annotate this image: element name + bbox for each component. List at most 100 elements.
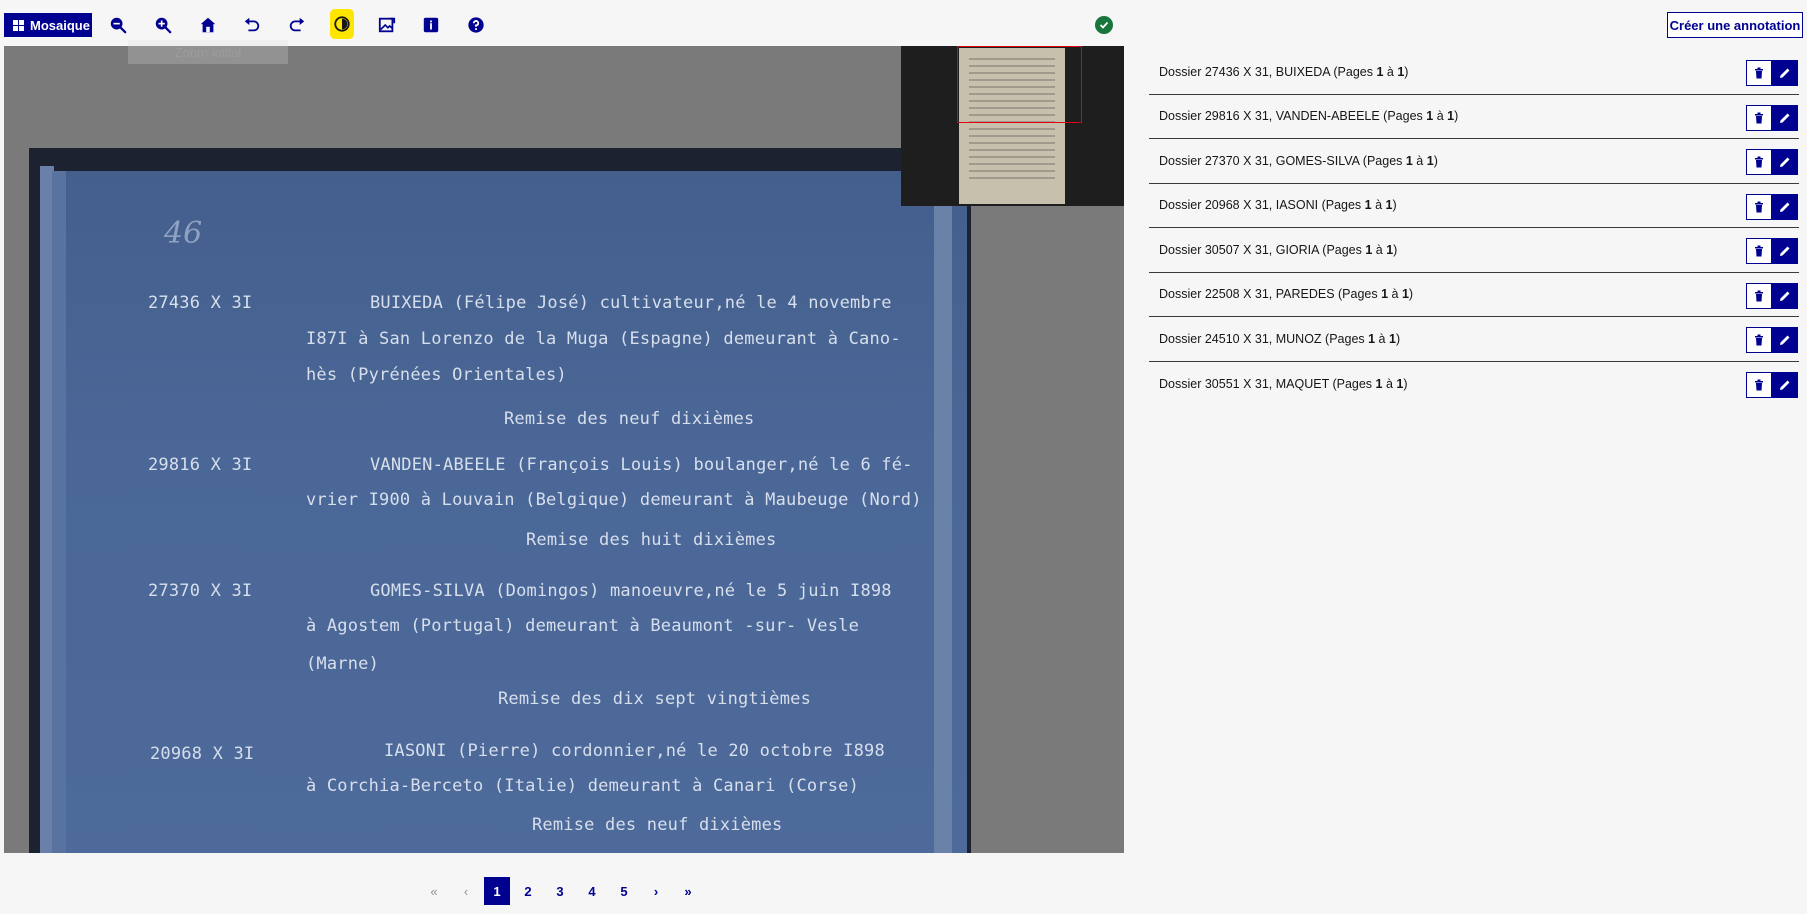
edit-button[interactable]: [1772, 193, 1798, 220]
trash-icon: [1755, 334, 1763, 346]
check-icon: [1095, 16, 1113, 34]
edit-button[interactable]: [1772, 238, 1798, 264]
doc-line: Remise des neuf dixièmes: [504, 409, 755, 429]
delete-button[interactable]: [1746, 104, 1772, 131]
grid-icon: [13, 19, 24, 31]
annotation-item[interactable]: Dossier 22508 X 31, PAREDES (Pages 1 à 1…: [1149, 273, 1799, 317]
mosaic-button-label: Mosaique: [30, 17, 90, 33]
delete-button[interactable]: [1746, 193, 1772, 220]
doc-line: vrier I900 à Louvain (Belgique) demeuran…: [306, 490, 922, 510]
delete-button[interactable]: [1746, 238, 1772, 264]
annotation-item[interactable]: Dossier 30507 X 31, GIORIA (Pages 1 à 1): [1149, 228, 1799, 273]
navigator-minimap[interactable]: [901, 46, 1124, 206]
page-button[interactable]: 4: [578, 877, 606, 905]
edit-button[interactable]: [1772, 60, 1798, 86]
zoom-out-icon: [110, 17, 127, 34]
help-icon: [468, 17, 484, 33]
edit-button[interactable]: [1772, 149, 1798, 175]
contrast-icon: [334, 16, 350, 32]
image-edit-icon: [378, 17, 396, 33]
tooltip: Zoom initial: [128, 40, 288, 64]
annotation-title: Dossier 30551 X 31, MAQUET (Pages 1 à 1): [1159, 376, 1408, 391]
doc-line: 20968 X 3I: [150, 744, 255, 764]
doc-line: 27370 X 3I: [148, 581, 253, 601]
image-edit-button[interactable]: [374, 12, 400, 38]
pencil-icon: [1780, 113, 1790, 123]
doc-line: 29816 X 3I: [148, 455, 253, 475]
annotation-item[interactable]: Dossier 27436 X 31, BUIXEDA (Pages 1 à 1…: [1149, 50, 1799, 95]
doc-line: à Agostem (Portugal) demeurant à Beaumon…: [306, 616, 860, 636]
pencil-icon: [1780, 335, 1790, 345]
first-page-button[interactable]: «: [420, 877, 448, 905]
page-button[interactable]: 1: [484, 877, 510, 905]
minimap-viewport-frame[interactable]: [957, 46, 1082, 123]
doc-line: Remise des neuf dixièmes: [532, 815, 783, 835]
zoom-in-button[interactable]: [150, 12, 176, 38]
pagination: « ‹ 1 2 3 4 5 › »: [420, 877, 702, 905]
home-button[interactable]: [195, 12, 221, 38]
document-viewer[interactable]: 46 27436 X 3I BUIXEDA (Félipe José) cult…: [4, 46, 1124, 853]
annotation-item[interactable]: Dossier 24510 X 31, MUNOZ (Pages 1 à 1): [1149, 317, 1799, 362]
doc-line: I87I à San Lorenzo de la Muga (Espagne) …: [306, 329, 901, 349]
annotation-title: Dossier 22508 X 31, PAREDES (Pages 1 à 1…: [1159, 287, 1414, 302]
annotation-item[interactable]: Dossier 30551 X 31, MAQUET (Pages 1 à 1): [1149, 362, 1799, 407]
delete-button[interactable]: [1746, 371, 1772, 398]
pencil-icon: [1780, 246, 1790, 256]
doc-line: 27436 X 3I: [148, 293, 253, 313]
trash-icon: [1755, 379, 1763, 390]
delete-button[interactable]: [1746, 282, 1772, 309]
page-button[interactable]: 3: [546, 877, 574, 905]
annotation-title: Dossier 27436 X 31, BUIXEDA (Pages 1 à 1…: [1159, 64, 1409, 79]
rotate-right-icon: [289, 17, 305, 32]
rotate-left-icon: [244, 17, 260, 32]
zoom-out-button[interactable]: [105, 12, 131, 38]
previous-page-button[interactable]: ‹: [452, 877, 480, 905]
trash-icon: [1755, 112, 1763, 123]
annotation-title: Dossier 30507 X 31, GIORIA (Pages 1 à 1): [1159, 242, 1398, 257]
doc-line: Remise des dix sept vingtièmes: [498, 689, 812, 709]
annotation-item[interactable]: Dossier 27370 X 31, GOMES-SILVA (Pages 1…: [1149, 139, 1799, 184]
home-icon: [200, 17, 216, 33]
next-page-button[interactable]: ›: [642, 877, 670, 905]
annotation-title: Dossier 29816 X 31, VANDEN-ABEELE (Pages…: [1159, 109, 1459, 124]
trash-icon: [1755, 201, 1763, 212]
rotate-right-button[interactable]: [284, 12, 310, 38]
info-button[interactable]: [418, 12, 444, 38]
doc-line: IASONI (Pierre) cordonnier,né le 20 octo…: [384, 741, 885, 761]
rotate-left-button[interactable]: [239, 12, 265, 38]
pencil-icon: [1780, 380, 1790, 390]
mosaic-button[interactable]: Mosaique: [4, 13, 92, 37]
last-page-button[interactable]: »: [674, 877, 702, 905]
create-annotation-button[interactable]: Créer une annotation: [1667, 12, 1803, 38]
delete-button[interactable]: [1746, 327, 1772, 353]
pencil-icon: [1780, 202, 1790, 212]
delete-button[interactable]: [1746, 60, 1772, 86]
trash-icon: [1755, 67, 1763, 79]
edit-button[interactable]: [1772, 104, 1798, 131]
doc-line: VANDEN-ABEELE (François Louis) boulanger…: [370, 455, 913, 475]
info-icon: [423, 17, 439, 33]
trash-icon: [1755, 290, 1763, 301]
doc-line: GOMES-SILVA (Domingos) manoeuvre,né le 5…: [370, 581, 892, 601]
doc-line: (Marne): [306, 654, 380, 674]
contrast-button[interactable]: [330, 9, 354, 39]
annotation-title: Dossier 27370 X 31, GOMES-SILVA (Pages 1…: [1159, 153, 1438, 168]
trash-icon: [1755, 156, 1763, 168]
edit-button[interactable]: [1772, 371, 1798, 398]
annotation-item[interactable]: Dossier 20968 X 31, IASONI (Pages 1 à 1): [1149, 184, 1799, 228]
annotation-title: Dossier 20968 X 31, IASONI (Pages 1 à 1): [1159, 198, 1397, 213]
delete-button[interactable]: [1746, 149, 1772, 175]
doc-line: à Corchia-Berceto (Italie) demeurant à C…: [306, 776, 860, 796]
handwritten-page-number: 46: [164, 216, 203, 251]
edit-button[interactable]: [1772, 327, 1798, 353]
pencil-icon: [1780, 291, 1790, 301]
page-button[interactable]: 5: [610, 877, 638, 905]
doc-line: Remise des huit dixièmes: [526, 530, 777, 550]
annotation-list: Dossier 27436 X 31, BUIXEDA (Pages 1 à 1…: [1149, 50, 1799, 406]
annotation-item[interactable]: Dossier 29816 X 31, VANDEN-ABEELE (Pages…: [1149, 95, 1799, 139]
doc-line: BUIXEDA (Félipe José) cultivateur,né le …: [370, 293, 892, 313]
help-button[interactable]: [463, 12, 489, 38]
edit-button[interactable]: [1772, 282, 1798, 309]
page-button[interactable]: 2: [514, 877, 542, 905]
zoom-in-icon: [155, 17, 172, 34]
